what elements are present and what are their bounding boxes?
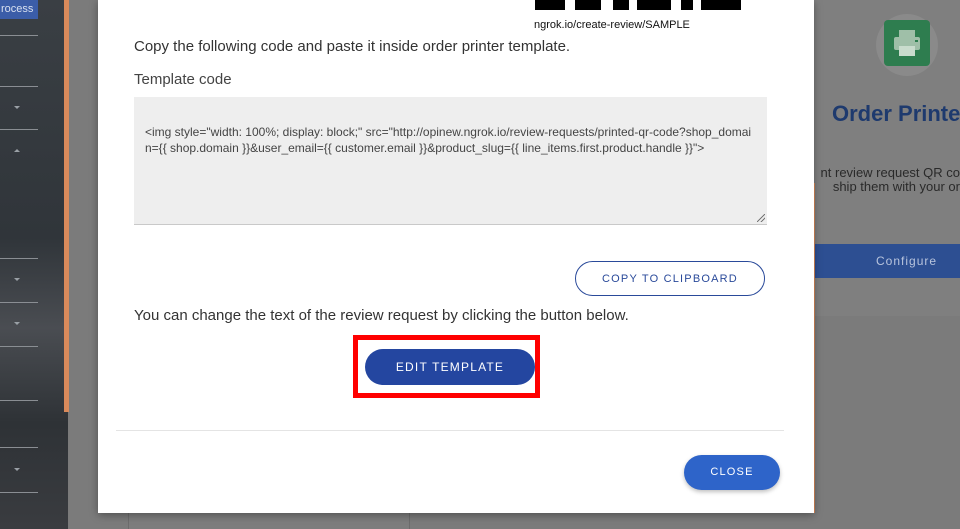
chevron-down-icon[interactable]	[14, 106, 20, 109]
sidebar-divider	[0, 492, 38, 493]
instruction-text: Copy the following code and paste it ins…	[134, 38, 571, 55]
sidebar-divider	[0, 346, 38, 347]
chevron-down-icon[interactable]	[14, 322, 20, 325]
sidebar-divider	[0, 86, 38, 87]
chevron-down-icon[interactable]	[14, 278, 20, 281]
sidebar-divider	[0, 129, 38, 130]
template-code-label: Template code	[134, 71, 232, 88]
qr-url: ngrok.io/create-review/SAMPLE	[534, 19, 690, 31]
printer-icon	[884, 20, 930, 66]
card-title: Order Printe	[832, 101, 960, 126]
qr-code-image	[535, 0, 741, 10]
background-panel	[128, 513, 410, 529]
close-button[interactable]: CLOSE	[684, 455, 780, 490]
edit-template-button[interactable]: EDIT TEMPLATE	[365, 349, 535, 385]
chevron-down-icon[interactable]	[14, 468, 20, 471]
configure-button[interactable]: Configure	[814, 244, 960, 278]
card-description: nt review request QR co ship them with y…	[814, 166, 960, 194]
card-description-line: ship them with your or	[832, 179, 960, 194]
template-modal: ngrok.io/create-review/SAMPLE Copy the f…	[98, 0, 814, 513]
edit-instruction-text: You can change the text of the review re…	[134, 307, 629, 324]
sidebar-divider	[0, 400, 38, 401]
sidebar-divider	[0, 302, 38, 303]
template-code-textarea[interactable]: <img style="width: 100%; display: block;…	[134, 97, 767, 225]
card-description-line: nt review request QR co	[820, 166, 960, 180]
modal-divider	[116, 430, 784, 431]
template-code-value: <img style="width: 100%; display: block;…	[145, 125, 752, 155]
copy-to-clipboard-button[interactable]: COPY TO CLIPBOARD	[575, 261, 765, 296]
chevron-up-icon[interactable]	[14, 149, 20, 152]
sidebar-divider	[0, 258, 38, 259]
resize-handle-icon[interactable]	[757, 214, 765, 222]
order-printer-card: Order Printe nt review request QR co shi…	[814, 0, 960, 316]
sidebar-divider	[0, 35, 38, 36]
sidebar-divider	[0, 447, 38, 448]
sidebar: rocess	[0, 0, 68, 529]
sidebar-badge[interactable]: rocess	[0, 0, 38, 19]
